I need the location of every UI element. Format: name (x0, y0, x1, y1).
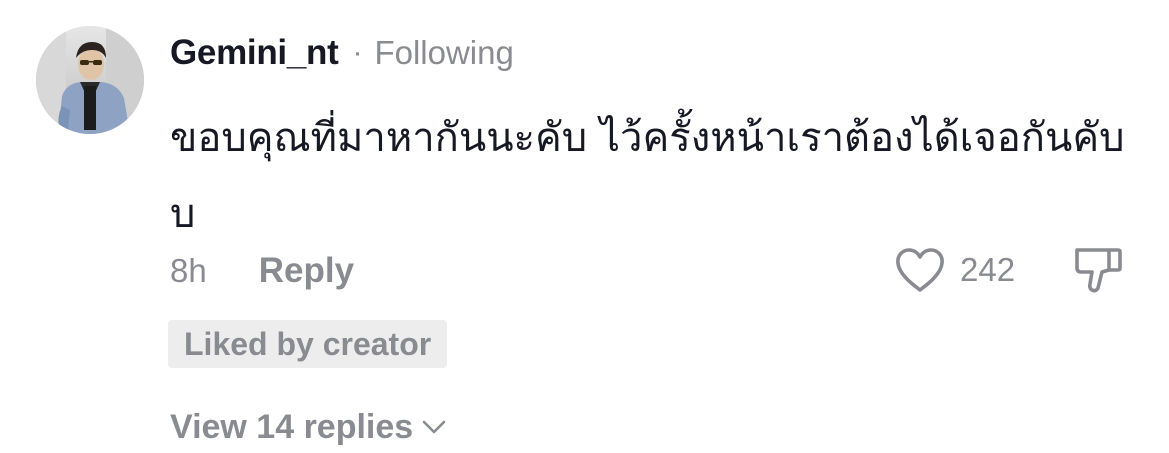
heart-outline-icon[interactable] (894, 246, 946, 294)
thumbs-down-outline-icon[interactable] (1072, 244, 1124, 296)
reply-button[interactable]: Reply (259, 251, 354, 291)
chevron-down-icon (422, 420, 446, 434)
following-status: Following (374, 34, 514, 71)
like-group: 242 (894, 246, 1015, 294)
avatar-image (36, 26, 144, 134)
view-replies-button[interactable]: View 14 replies (170, 404, 447, 450)
separator-dot: · (352, 36, 363, 69)
user-avatar[interactable] (36, 26, 144, 134)
username[interactable]: Gemini_nt (170, 33, 339, 73)
comment-text: ขอบคุณที่มาหากันนะคับ ไว้ครั้งหน้าเราต้อ… (170, 115, 1125, 237)
like-count: 242 (960, 251, 1016, 288)
view-replies-label: View 14 replies (170, 407, 414, 446)
liked-by-creator-badge: Liked by creator (168, 320, 448, 368)
timestamp: 8h (170, 252, 207, 289)
comment-header: Gemini_nt · Following (170, 30, 514, 76)
comment-meta: 8h Reply (170, 248, 354, 294)
